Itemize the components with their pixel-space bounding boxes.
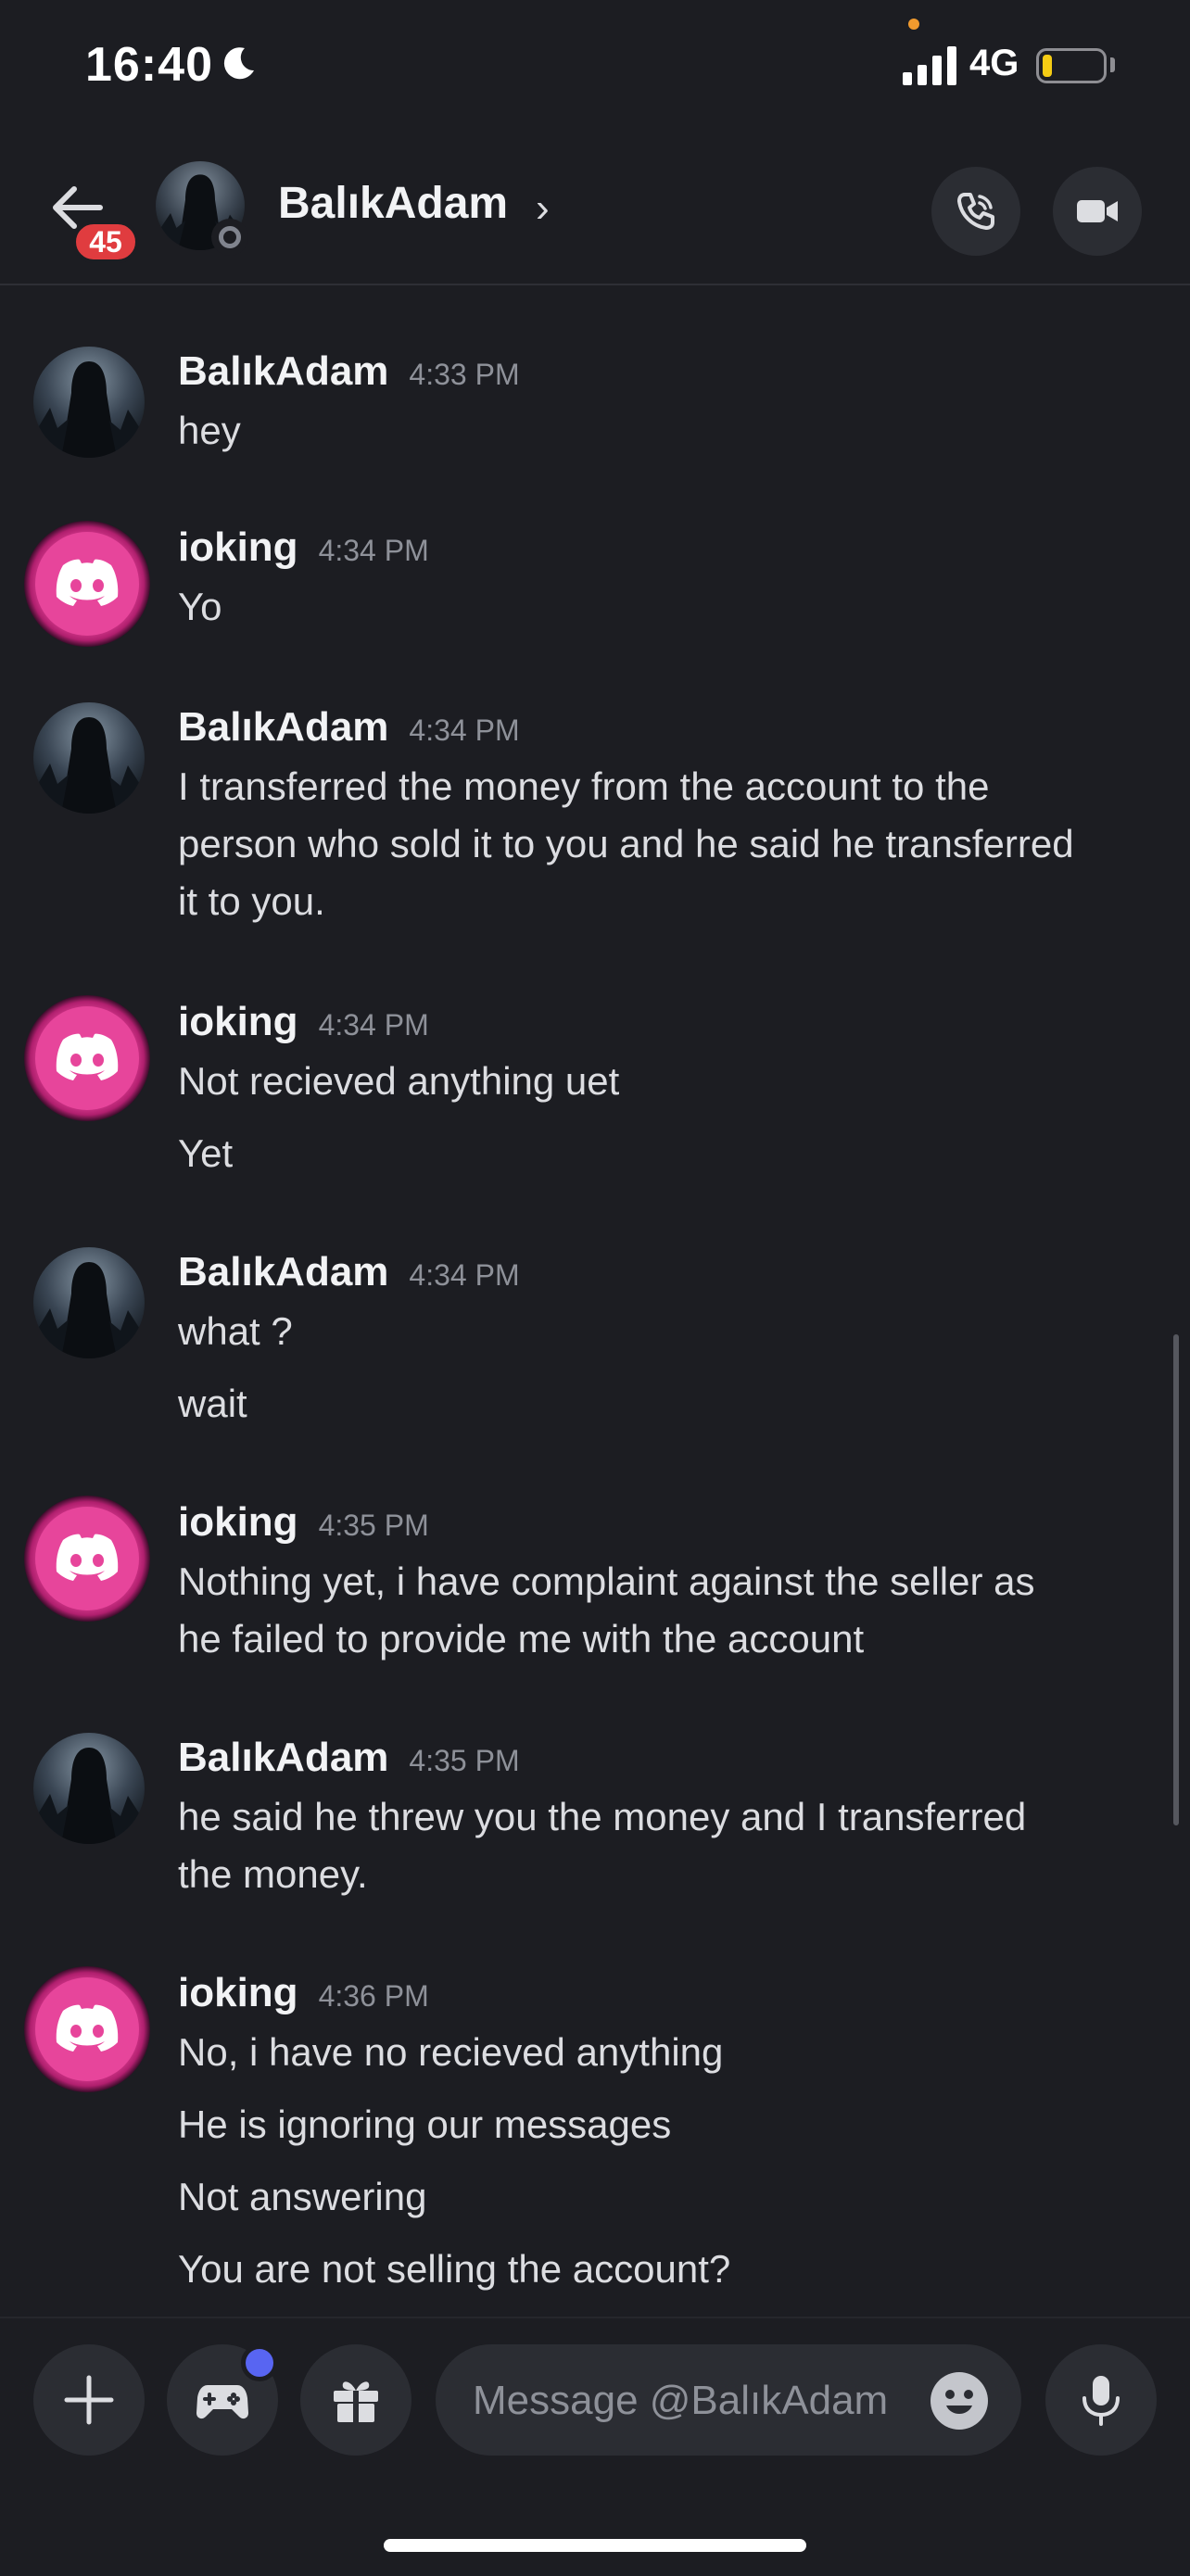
user-avatar[interactable]: [22, 519, 152, 649]
message-timestamp: 4:34 PM: [318, 534, 429, 567]
message-author[interactable]: ioking 4:36 PM: [178, 1970, 429, 2016]
message-timestamp: 4:35 PM: [409, 1744, 520, 1777]
user-avatar[interactable]: [22, 1494, 152, 1623]
video-call-button[interactable]: [1053, 167, 1142, 256]
video-camera-icon: [1077, 200, 1118, 222]
user-avatar[interactable]: [22, 993, 152, 1123]
add-attachment-button[interactable]: [33, 2344, 145, 2456]
message-text: the money.: [178, 1852, 368, 1896]
cellular-signal-icon: [903, 46, 956, 85]
message-timestamp: 4:34 PM: [409, 1258, 520, 1292]
message-timestamp: 4:35 PM: [318, 1509, 429, 1542]
conversation-title[interactable]: BalıkAdam: [278, 178, 508, 229]
notification-dot: [241, 2344, 278, 2381]
message-text: person who sold it to you and he said he…: [178, 822, 1074, 865]
message-text: I transferred the money from the account…: [178, 764, 990, 808]
phone-icon: [957, 193, 994, 230]
chevron-right-icon[interactable]: ›: [536, 185, 550, 232]
user-avatar[interactable]: [33, 702, 145, 814]
voice-call-button[interactable]: [931, 167, 1020, 256]
message-composer: [0, 2317, 1190, 2576]
moon-icon: [223, 47, 254, 80]
status-bar: 16:40 4G: [0, 0, 1190, 139]
message-text: Not recieved anything uet: [178, 1059, 620, 1103]
message-input[interactable]: [471, 2344, 910, 2457]
message-text: hey: [178, 409, 241, 452]
status-time: 16:40: [85, 38, 213, 92]
message-author[interactable]: BalıkAdam 4:34 PM: [178, 704, 520, 751]
scrollbar[interactable]: [1173, 1334, 1179, 1825]
message-author[interactable]: ioking 4:34 PM: [178, 999, 429, 1045]
voice-message-button[interactable]: [1045, 2344, 1157, 2456]
message-text: wait: [178, 1382, 247, 1425]
user-avatar[interactable]: [33, 347, 145, 458]
message-author[interactable]: ioking 4:35 PM: [178, 1499, 429, 1546]
chat-header: 45 BalıkAdam ›: [0, 139, 1190, 285]
user-avatar[interactable]: [22, 1964, 152, 2094]
gamepad-icon: [196, 2385, 248, 2419]
message-text: Yet: [178, 1131, 234, 1175]
message-text: Not answering: [178, 2175, 427, 2218]
message-text: Nothing yet, i have complaint against th…: [178, 1559, 1035, 1603]
message-text: You are not selling the account?: [178, 2247, 731, 2291]
message-timestamp: 4:33 PM: [409, 358, 520, 391]
plus-icon: [64, 2375, 114, 2425]
microphone-icon: [1082, 2376, 1120, 2426]
gift-icon: [334, 2381, 378, 2422]
offline-status-indicator: [211, 219, 248, 256]
emoji-button[interactable]: [930, 2372, 988, 2430]
message-list[interactable]: BalıkAdam 4:33 PM hey ioking 4:34 PM Yo Ba…: [0, 285, 1190, 2315]
battery-icon: [1036, 48, 1107, 83]
message-author[interactable]: BalıkAdam 4:34 PM: [178, 1249, 520, 1295]
message-text: he said he threw you the money and I tra…: [178, 1795, 1027, 1838]
unread-count-badge: 45: [72, 221, 139, 263]
message-timestamp: 4:36 PM: [318, 1979, 429, 2013]
gift-button[interactable]: [300, 2344, 411, 2456]
network-type: 4G: [969, 43, 1019, 83]
message-timestamp: 4:34 PM: [318, 1008, 429, 1042]
message-text: He is ignoring our messages: [178, 2102, 672, 2146]
emoji-icon: [945, 2390, 973, 2414]
message-text: Yo: [178, 585, 222, 628]
message-text: No, i have no recieved anything: [178, 2030, 724, 2074]
battery-tip: [1110, 57, 1115, 72]
message-input-container[interactable]: [436, 2344, 1021, 2457]
message-author[interactable]: BalıkAdam 4:35 PM: [178, 1735, 520, 1781]
message-text: he failed to provide me with the account: [178, 1617, 865, 1661]
message-text: what ?: [178, 1309, 293, 1353]
message-author[interactable]: BalıkAdam 4:33 PM: [178, 348, 520, 395]
message-author[interactable]: ioking 4:34 PM: [178, 524, 429, 571]
user-avatar[interactable]: [33, 1733, 145, 1844]
message-text: it to you.: [178, 879, 325, 923]
user-avatar[interactable]: [33, 1247, 145, 1358]
home-indicator[interactable]: [384, 2539, 806, 2552]
message-timestamp: 4:34 PM: [409, 713, 520, 747]
privacy-indicator-dot: [908, 19, 919, 30]
